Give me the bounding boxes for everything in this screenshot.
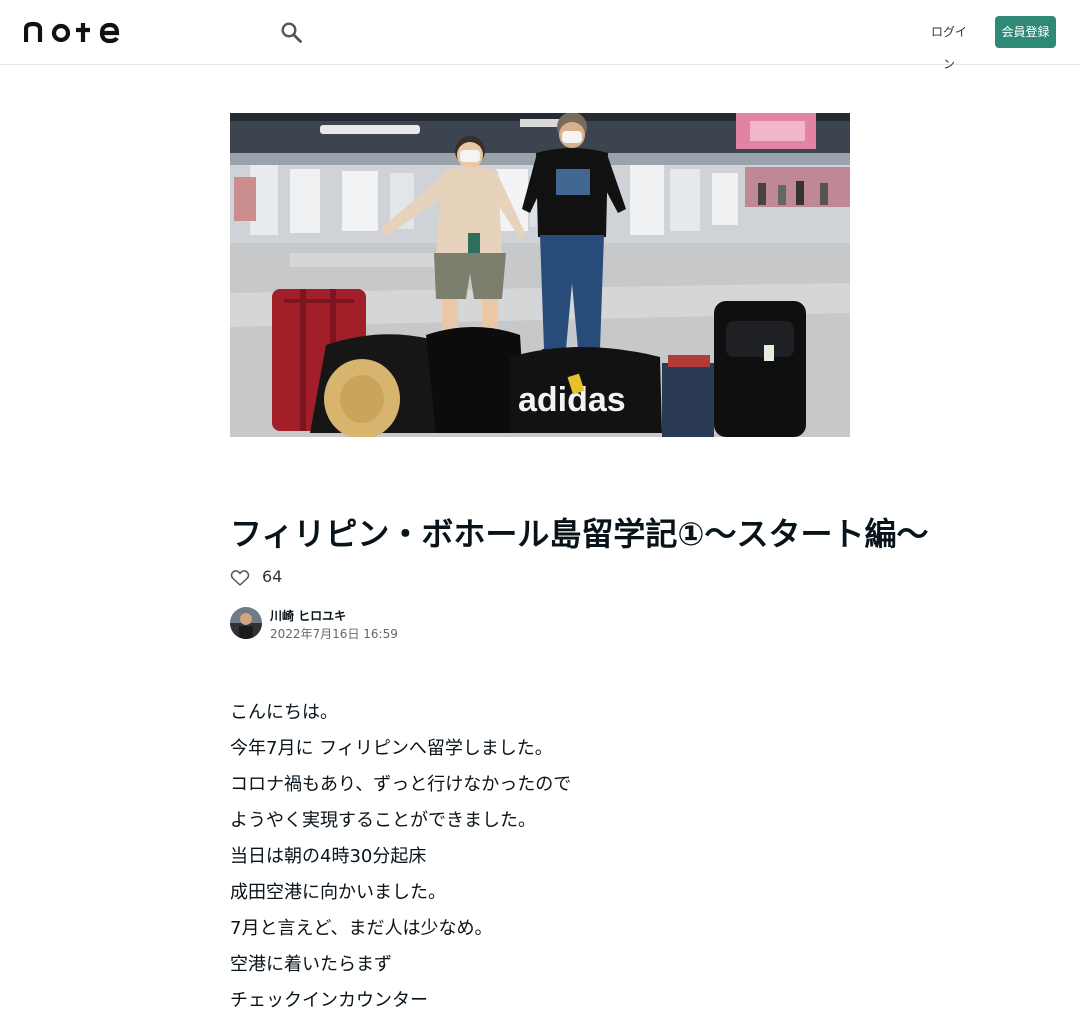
heart-icon[interactable] <box>230 568 250 588</box>
signup-button[interactable]: 会員登録 <box>995 16 1056 48</box>
note-logo[interactable] <box>24 20 124 44</box>
article-body: こんにちは。 今年7月に フィリピンへ留学しました。 コロナ禍もあり、ずっと行け… <box>230 695 850 1019</box>
avatar[interactable] <box>230 607 262 639</box>
paragraph: コロナ禍もあり、ずっと行けなかったので <box>230 774 572 795</box>
paragraph: 成田空港に向かいました。 <box>230 882 446 903</box>
paragraph: こんにちは。 <box>230 702 338 723</box>
like-count: 64 <box>262 567 283 586</box>
paragraph: 今年7月に フィリピンへ留学しました。 <box>230 738 553 759</box>
search-icon[interactable] <box>279 20 305 46</box>
paragraph: 7月と言えど、まだ人は少なめ。 <box>230 918 493 939</box>
paragraph: 空港に着いたらまず <box>230 954 392 975</box>
paragraph: チェックインカウンター <box>230 990 428 1011</box>
paragraph: 当日は朝の4時30分起床 <box>230 846 427 867</box>
like-row: 64 <box>230 566 330 590</box>
login-link[interactable]: ログイン <box>926 16 972 71</box>
site-header: ログイン 会員登録 <box>0 0 1080 71</box>
article-hero-image: adidas <box>230 113 850 437</box>
author-block: 川崎 ヒロユキ 2022年7月16日 16:59 <box>230 607 530 641</box>
paragraph: ようやく実現することができました。 <box>230 810 536 831</box>
post-date: 2022年7月16日 16:59 <box>270 627 398 641</box>
author-name[interactable]: 川崎 ヒロユキ <box>270 608 346 624</box>
article-title: フィリピン・ボホール島留学記①〜スタート編〜 <box>230 515 929 553</box>
